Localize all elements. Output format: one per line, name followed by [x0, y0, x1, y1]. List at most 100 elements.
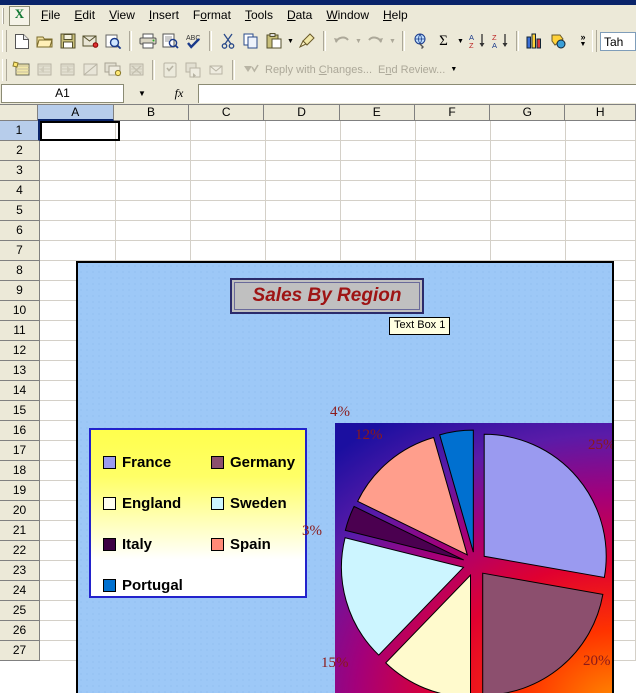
row-header-27[interactable]: 27 [0, 641, 40, 661]
row-header-6[interactable]: 6 [0, 221, 40, 241]
row-header-15[interactable]: 15 [0, 401, 40, 421]
menu-item-file[interactable]: File [34, 6, 67, 25]
cell-G21[interactable] [490, 241, 566, 261]
cell-H27[interactable] [565, 121, 636, 141]
row-header-7[interactable]: 7 [0, 241, 40, 261]
formula-input[interactable] [198, 84, 636, 103]
cell-H26[interactable] [565, 141, 636, 161]
row-header-1[interactable]: 1 [0, 121, 40, 141]
cell-E24[interactable] [340, 181, 416, 201]
cell-G24[interactable] [490, 181, 566, 201]
pie-slice-france[interactable] [483, 433, 607, 579]
cell-F24[interactable] [415, 181, 491, 201]
cell-G25[interactable] [490, 161, 566, 181]
menu-item-help[interactable]: Help [376, 6, 415, 25]
legend-entry-sweden[interactable]: Sweden [199, 495, 305, 512]
undo-icon[interactable] [330, 30, 353, 52]
undo-dropdown-arrow-icon[interactable]: ▼ [353, 30, 364, 52]
next-comment-icon[interactable] [56, 59, 79, 81]
cell-C22[interactable] [190, 221, 266, 241]
cell-E22[interactable] [340, 221, 416, 241]
column-header-c[interactable]: C [189, 105, 265, 121]
row-header-25[interactable]: 25 [0, 601, 40, 621]
row-header-17[interactable]: 17 [0, 441, 40, 461]
cell-C21[interactable] [190, 241, 266, 261]
redo-icon[interactable] [364, 30, 387, 52]
cell-A22[interactable] [40, 221, 116, 241]
row-header-26[interactable]: 26 [0, 621, 40, 641]
paste-dropdown-arrow-icon[interactable]: ▼ [285, 30, 296, 52]
column-header-f[interactable]: F [414, 105, 491, 121]
toolbar-options-button[interactable]: » ▼ [576, 28, 590, 54]
end-review-button[interactable]: End Review... [375, 64, 448, 76]
format-painter-icon[interactable] [296, 30, 319, 52]
legend-entry-france[interactable]: France [91, 454, 199, 471]
cell-F23[interactable] [415, 201, 491, 221]
cell-D24[interactable] [265, 181, 341, 201]
legend-entry-italy[interactable]: Italy [91, 536, 199, 553]
new-comment-icon[interactable] [10, 59, 33, 81]
row-header-21[interactable]: 21 [0, 521, 40, 541]
column-header-a[interactable]: A [37, 105, 114, 121]
row-header-23[interactable]: 23 [0, 561, 40, 581]
redo-dropdown-arrow-icon[interactable]: ▼ [387, 30, 398, 52]
data-label-portugal[interactable]: 4% [330, 404, 350, 421]
cell-D25[interactable] [265, 161, 341, 181]
cell-C27[interactable] [190, 121, 266, 141]
cell-F25[interactable] [415, 161, 491, 181]
sort-ascending-icon[interactable]: AZ [466, 30, 489, 52]
menu-item-tools[interactable]: Tools [238, 6, 280, 25]
legend-entry-spain[interactable]: Spain [199, 536, 305, 553]
previous-comment-icon[interactable] [33, 59, 56, 81]
select-all-corner[interactable] [0, 105, 38, 121]
print-icon[interactable] [136, 30, 159, 52]
row-header-14[interactable]: 14 [0, 381, 40, 401]
reply-with-changes-button[interactable]: Reply with Changes... [262, 64, 375, 76]
chart-wizard-icon[interactable] [523, 30, 546, 52]
chart-title-textbox[interactable]: Sales By Region [230, 278, 424, 314]
row-header-22[interactable]: 22 [0, 541, 40, 561]
cell-C23[interactable] [190, 201, 266, 221]
cell-G23[interactable] [490, 201, 566, 221]
row-header-19[interactable]: 19 [0, 481, 40, 501]
insert-function-icon[interactable]: fx [160, 84, 198, 103]
cell-F21[interactable] [415, 241, 491, 261]
reply-flag-icon[interactable] [239, 59, 262, 81]
cell-H24[interactable] [565, 181, 636, 201]
cell-C24[interactable] [190, 181, 266, 201]
cell-G22[interactable] [490, 221, 566, 241]
cell-B24[interactable] [115, 181, 191, 201]
print-preview-icon[interactable] [159, 30, 182, 52]
row-header-9[interactable]: 9 [0, 281, 40, 301]
cell-D22[interactable] [265, 221, 341, 241]
cell-D27[interactable] [265, 121, 341, 141]
row-header-11[interactable]: 11 [0, 321, 40, 341]
menu-bar-gripper[interactable] [2, 7, 6, 24]
sort-descending-icon[interactable]: ZA [489, 30, 512, 52]
column-header-g[interactable]: G [490, 105, 566, 121]
legend-entry-england[interactable]: England [91, 495, 199, 512]
cell-A21[interactable] [40, 241, 116, 261]
column-header-b[interactable]: B [113, 105, 190, 121]
delete-comment-icon[interactable] [125, 59, 148, 81]
pie-series[interactable] [335, 423, 612, 693]
row-header-24[interactable]: 24 [0, 581, 40, 601]
cell-A23[interactable] [40, 201, 116, 221]
menu-item-format[interactable]: Format [186, 6, 238, 25]
chart-object[interactable]: Sales By Region Text Box 1 France Germany… [76, 261, 614, 693]
copy-icon[interactable] [239, 30, 262, 52]
cell-C26[interactable] [190, 141, 266, 161]
save-icon[interactable] [56, 30, 79, 52]
cell-B27[interactable] [115, 121, 191, 141]
spelling-icon[interactable]: ABC [182, 30, 205, 52]
row-header-20[interactable]: 20 [0, 501, 40, 521]
menu-item-view[interactable]: View [102, 6, 142, 25]
name-box[interactable]: A1 [1, 84, 124, 103]
drawing-icon[interactable] [546, 30, 569, 52]
row-header-3[interactable]: 3 [0, 161, 40, 181]
cell-C25[interactable] [190, 161, 266, 181]
data-label-germany[interactable]: 20% [583, 653, 611, 670]
show-all-comments-icon[interactable] [102, 59, 125, 81]
hyperlink-icon[interactable] [409, 30, 432, 52]
column-header-d[interactable]: D [264, 105, 340, 121]
